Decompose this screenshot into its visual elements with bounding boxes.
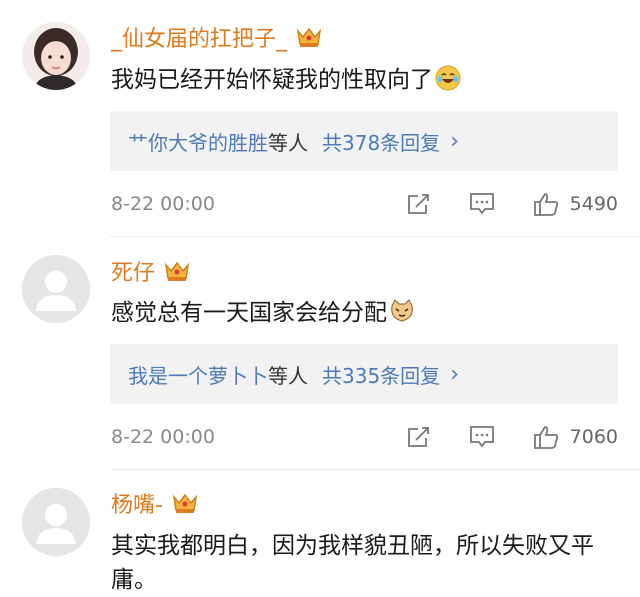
reply-count[interactable]: 共378条回复 bbox=[322, 127, 440, 156]
like-button[interactable]: 7060 bbox=[532, 424, 618, 450]
like-count: 5490 bbox=[569, 193, 618, 215]
reply-summary[interactable]: 艹你大爷的胜胜 等人 共378条回复 › bbox=[110, 111, 618, 171]
meta-row: 8-22 00:00 bbox=[111, 189, 618, 219]
chevron-right-icon: › bbox=[450, 361, 459, 387]
user-photo-avatar-icon bbox=[22, 22, 90, 90]
thumbs-up-icon bbox=[533, 426, 558, 449]
reply-users[interactable]: 艹你大爷的胜胜 bbox=[128, 127, 268, 156]
comment-text: 感觉总有一天国家会给分配 bbox=[111, 296, 622, 330]
vip-crown-icon bbox=[163, 259, 191, 283]
actions: 5490 bbox=[370, 189, 618, 219]
divider bbox=[110, 469, 640, 470]
repost-icon bbox=[407, 194, 429, 214]
comment-button[interactable] bbox=[468, 424, 496, 450]
like-button[interactable]: 5490 bbox=[532, 191, 618, 217]
reply-count[interactable]: 共335条回复 bbox=[322, 360, 440, 389]
reply-users[interactable]: 我是一个萝卜卜 bbox=[128, 360, 268, 389]
default-user-avatar-icon bbox=[22, 255, 90, 323]
comment-icon bbox=[469, 426, 494, 448]
username[interactable]: 死仔 bbox=[111, 255, 155, 287]
comment-body: 我妈已经开始怀疑我的性取向了 bbox=[111, 67, 433, 93]
meta-row: 8-22 00:00 bbox=[111, 422, 618, 452]
like-count: 7060 bbox=[569, 426, 618, 448]
actions: 7060 bbox=[370, 422, 618, 452]
repost-button[interactable] bbox=[406, 424, 432, 450]
repost-icon bbox=[407, 427, 429, 447]
username[interactable]: _仙女届的扛把子_ bbox=[111, 21, 287, 53]
avatar[interactable] bbox=[22, 255, 90, 323]
reply-suffix: 等人 bbox=[268, 363, 308, 388]
chevron-right-icon: › bbox=[450, 128, 459, 154]
vip-crown-icon bbox=[171, 491, 199, 515]
laughing-tears-emoji-icon bbox=[435, 65, 461, 91]
comment-body: 感觉总有一天国家会给分配 bbox=[111, 300, 387, 326]
vip-crown-icon bbox=[295, 25, 323, 49]
timestamp: 8-22 00:00 bbox=[111, 426, 215, 448]
avatar[interactable] bbox=[22, 22, 90, 90]
username-row: _仙女届的扛把子_ bbox=[111, 22, 323, 52]
comment-text: 其实我都明白，因为我样貌丑陋，所以失败又平庸。 bbox=[111, 529, 618, 597]
reply-suffix: 等人 bbox=[268, 130, 308, 155]
comment-icon bbox=[469, 193, 494, 215]
comment-body: 其实我都明白，因为我样貌丑陋，所以失败又平庸。 bbox=[111, 533, 594, 593]
divider bbox=[110, 236, 640, 237]
username-row: 杨嘴- bbox=[111, 488, 199, 518]
repost-button[interactable] bbox=[406, 191, 432, 217]
cat-face-emoji-icon bbox=[389, 298, 415, 324]
default-user-avatar-icon bbox=[22, 488, 90, 556]
username[interactable]: 杨嘴- bbox=[111, 487, 163, 519]
username-row: 死仔 bbox=[111, 256, 191, 286]
timestamp: 8-22 00:00 bbox=[111, 193, 215, 215]
reply-summary[interactable]: 我是一个萝卜卜 等人 共335条回复 › bbox=[110, 344, 618, 404]
comment-button[interactable] bbox=[468, 191, 496, 217]
comment-text: 我妈已经开始怀疑我的性取向了 bbox=[111, 63, 622, 97]
thumbs-up-icon bbox=[533, 193, 558, 216]
avatar[interactable] bbox=[22, 488, 90, 556]
